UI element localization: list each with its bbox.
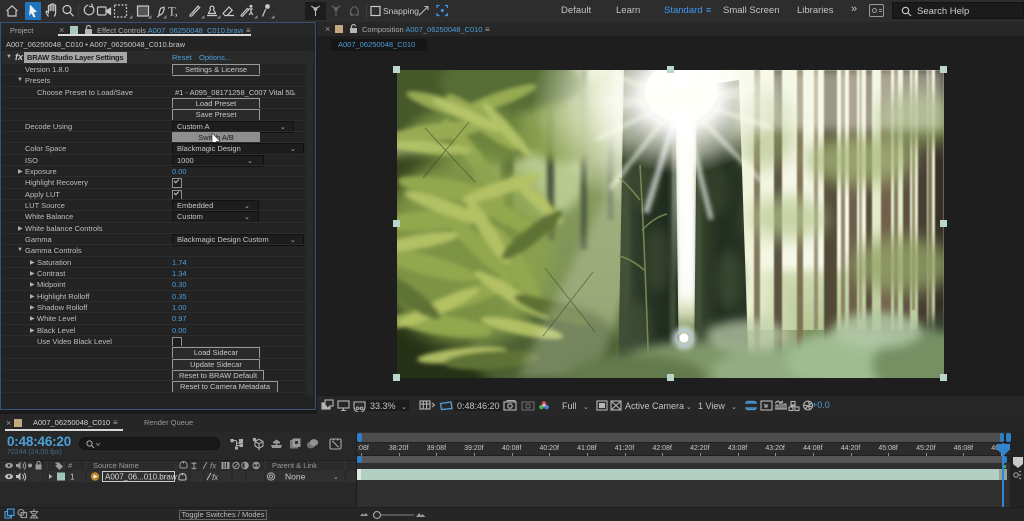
svg-text:⌄: ⌄ xyxy=(333,474,339,481)
svg-text:⌄: ⌄ xyxy=(583,404,589,411)
svg-text:Snapping: Snapping xyxy=(383,6,419,16)
svg-text:⌄: ⌄ xyxy=(731,404,737,411)
svg-text:◢: ◢ xyxy=(217,14,221,19)
svg-text:⌄: ⌄ xyxy=(401,404,407,411)
svg-text:◢: ◢ xyxy=(254,14,258,19)
svg-text:Parent & Link: Parent & Link xyxy=(272,461,317,470)
svg-text:◢: ◢ xyxy=(129,14,133,19)
svg-text:◢: ◢ xyxy=(148,14,152,19)
svg-text:fx: fx xyxy=(210,462,217,471)
svg-text:0:48:46:20: 0:48:46:20 xyxy=(457,401,500,411)
svg-text:Active Camera: Active Camera xyxy=(625,401,684,411)
svg-text:33.3%: 33.3% xyxy=(370,401,396,411)
svg-text:◢: ◢ xyxy=(271,14,275,19)
svg-text:⌄: ⌄ xyxy=(686,404,692,411)
svg-text:◢: ◢ xyxy=(163,14,167,19)
svg-text:Source Name: Source Name xyxy=(93,461,139,470)
svg-text:fx: fx xyxy=(212,473,219,482)
svg-text:None: None xyxy=(285,472,306,482)
svg-text:Full: Full xyxy=(562,401,577,411)
svg-text:T,: T, xyxy=(168,5,178,19)
svg-text:A007_06...010.braw: A007_06...010.braw xyxy=(105,473,177,482)
svg-text:1 View: 1 View xyxy=(698,401,725,411)
svg-text:1: 1 xyxy=(70,473,75,482)
svg-text:#: # xyxy=(68,461,73,470)
svg-text:◢: ◢ xyxy=(201,14,205,19)
